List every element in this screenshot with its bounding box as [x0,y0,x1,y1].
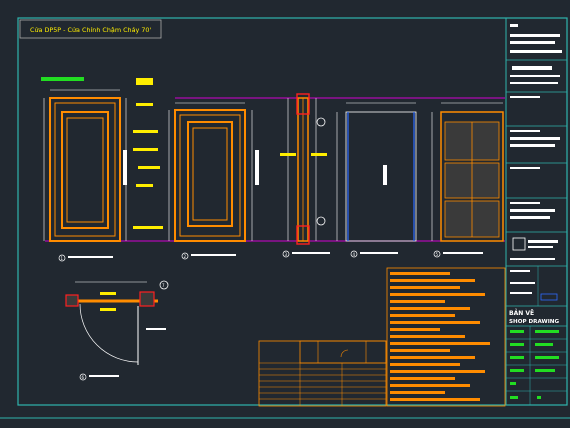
view-3-vertical-section [280,93,327,245]
view-4-frame-elevation [336,102,417,242]
hardware-table [258,340,387,407]
drawing-title: Cửa DP5P - Cửa Chính Chậm Cháy 70' [30,26,151,34]
cad-drawing-canvas[interactable]: Cửa DP5P - Cửa Chính Chậm Cháy 70' 1 2 3… [0,0,570,428]
callout-2: 2 [184,254,187,259]
view-1-door-elevation [41,77,163,242]
callout-5: 5 [436,252,439,257]
callout-1: 1 [61,256,64,261]
title-block: BẢN VẼ SHOP DRAWING [505,17,568,406]
callout-7: 7 [162,283,165,288]
callout-6: 6 [82,375,85,380]
callout-3: 3 [285,252,288,257]
view-2-door-elevation [123,102,259,242]
plan-view-door-swing [65,281,166,365]
notes-block [386,267,506,407]
sheet-name-line2: SHOP DRAWING [509,319,559,325]
callout-4: 4 [353,252,356,257]
view-5-panel-elevation [431,102,504,242]
sheet-name-line1: BẢN VẼ [509,309,534,317]
